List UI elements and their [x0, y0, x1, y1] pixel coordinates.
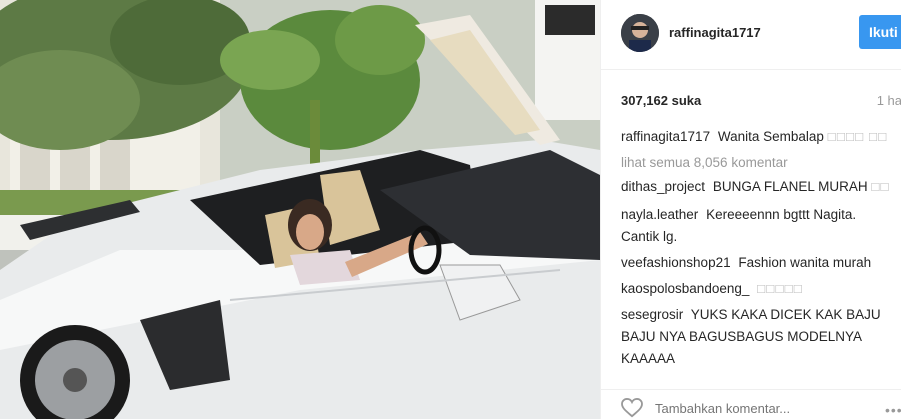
add-comment-input[interactable] — [655, 401, 855, 416]
comment-emoji: □□□□□ — [757, 281, 803, 296]
comment-item: nayla.leather Kereeeennn bgttt Nagita. C… — [621, 204, 891, 248]
comment-item: sesegrosir YUKS KAKA DICEK KAK BAJU BAJU… — [621, 304, 891, 370]
heart-icon[interactable] — [621, 397, 645, 419]
comment-username[interactable]: sesegrosir — [621, 307, 683, 322]
post-timestamp[interactable]: 1 ha — [877, 93, 901, 108]
comment-footer: ••• — [601, 389, 901, 419]
post-header: raffinagita1717 Ikuti — [601, 0, 901, 70]
comment-emoji: □□ — [871, 179, 890, 194]
comment-text: Fashion wanita murah — [738, 255, 872, 270]
avatar[interactable] — [621, 14, 659, 52]
comment-username[interactable]: nayla.leather — [621, 207, 698, 222]
comment-item: dithas_project BUNGA FLANEL MURAH □□ — [621, 176, 891, 198]
comment-item: veefashionshop21 Fashion wanita murah — [621, 252, 891, 274]
comment-username[interactable]: dithas_project — [621, 179, 705, 194]
caption: raffinagita1717 Wanita Sembalap □□□□ □□ — [621, 126, 891, 148]
comment-username[interactable]: kaospolosbandoeng_ — [621, 281, 749, 296]
post-photo[interactable] — [0, 0, 600, 419]
more-options-icon[interactable]: ••• — [885, 402, 901, 418]
like-count[interactable]: 307,162 suka — [621, 93, 701, 108]
comment-text: BUNGA FLANEL MURAH — [712, 179, 868, 194]
car-photo-illustration — [0, 0, 600, 419]
likes-row: 307,162 suka 1 ha — [621, 93, 901, 108]
post-author-username[interactable]: raffinagita1717 — [669, 25, 761, 40]
comments-list: raffinagita1717 Wanita Sembalap □□□□ □□ … — [621, 126, 891, 382]
view-all-comments-link[interactable]: lihat semua 8,056 komentar — [621, 152, 891, 174]
comment-username[interactable]: veefashionshop21 — [621, 255, 731, 270]
comment-item: kaospolosbandoeng_ □□□□□ — [621, 278, 891, 300]
caption-text: Wanita Sembalap — [717, 129, 824, 144]
caption-emoji: □□□□ □□ — [827, 129, 888, 144]
comment-username[interactable]: raffinagita1717 — [621, 129, 710, 144]
post-side-panel: raffinagita1717 Ikuti 307,162 suka 1 ha … — [600, 0, 901, 419]
follow-button[interactable]: Ikuti — [859, 15, 901, 49]
